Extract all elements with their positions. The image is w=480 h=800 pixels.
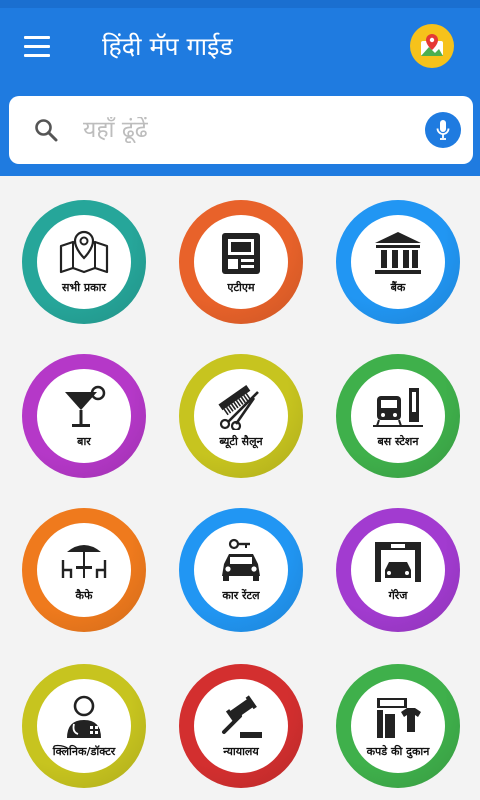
- hamburger-icon: [24, 33, 50, 60]
- category-bus-station[interactable]: बस स्टेशन: [336, 354, 460, 478]
- bank-icon: [371, 230, 425, 276]
- doctor-icon: [57, 694, 111, 740]
- microphone-icon: [436, 120, 450, 140]
- category-garage[interactable]: गॅरेज: [336, 508, 460, 632]
- category-label: बार: [77, 434, 91, 448]
- app-bar: हिंदी मॅप गाईड: [0, 8, 480, 84]
- car-rental-icon: [214, 538, 268, 584]
- search-box[interactable]: [9, 96, 473, 164]
- category-bar[interactable]: बार: [22, 354, 146, 478]
- category-clothing-store[interactable]: कपडे की दुकान: [336, 664, 460, 788]
- clothes-shop-icon: [371, 694, 425, 740]
- category-label: बैंक: [390, 280, 406, 294]
- category-label: एटीएम: [227, 280, 255, 294]
- map-location-icon: [57, 230, 111, 276]
- bus-station-icon: [371, 384, 425, 430]
- category-grid: सभी प्रकार एटीएम बैंक बार ब्यूटी सैलून ब…: [0, 176, 480, 800]
- category-court[interactable]: न्यायालय: [179, 664, 303, 788]
- category-label: कार रेंटल: [222, 588, 260, 602]
- category-label: बस स्टेशन: [377, 434, 419, 448]
- category-car-rental[interactable]: कार रेंटल: [179, 508, 303, 632]
- gavel-icon: [214, 694, 268, 740]
- category-label: न्यायालय: [223, 744, 259, 758]
- category-label: कैफे: [75, 588, 93, 602]
- category-label: क्लिनिक/डॉक्टर: [52, 744, 116, 758]
- category-label: गॅरेज: [388, 588, 408, 602]
- map-pin-icon: [421, 34, 443, 56]
- status-bar: [0, 0, 480, 8]
- category-bank[interactable]: बैंक: [336, 200, 460, 324]
- app-title: हिंदी मॅप गाईड: [102, 32, 233, 61]
- voice-search-button[interactable]: [425, 112, 461, 148]
- search-icon: [9, 117, 83, 143]
- category-beauty-salon[interactable]: ब्यूटी सैलून: [179, 354, 303, 478]
- search-area: [0, 84, 480, 176]
- category-label: कपडे की दुकान: [366, 744, 430, 758]
- atm-icon: [214, 230, 268, 276]
- menu-button[interactable]: [0, 8, 74, 84]
- category-label: ब्यूटी सैलून: [219, 434, 263, 448]
- category-cafe[interactable]: कैफे: [22, 508, 146, 632]
- category-all-types[interactable]: सभी प्रकार: [22, 200, 146, 324]
- cafe-table-icon: [57, 538, 111, 584]
- search-input[interactable]: [83, 117, 425, 143]
- map-button[interactable]: [410, 24, 454, 68]
- category-clinic-doctor[interactable]: क्लिनिक/डॉक्टर: [22, 664, 146, 788]
- comb-scissors-icon: [214, 384, 268, 430]
- category-atm[interactable]: एटीएम: [179, 200, 303, 324]
- cocktail-icon: [57, 384, 111, 430]
- category-label: सभी प्रकार: [62, 280, 106, 294]
- garage-icon: [371, 538, 425, 584]
